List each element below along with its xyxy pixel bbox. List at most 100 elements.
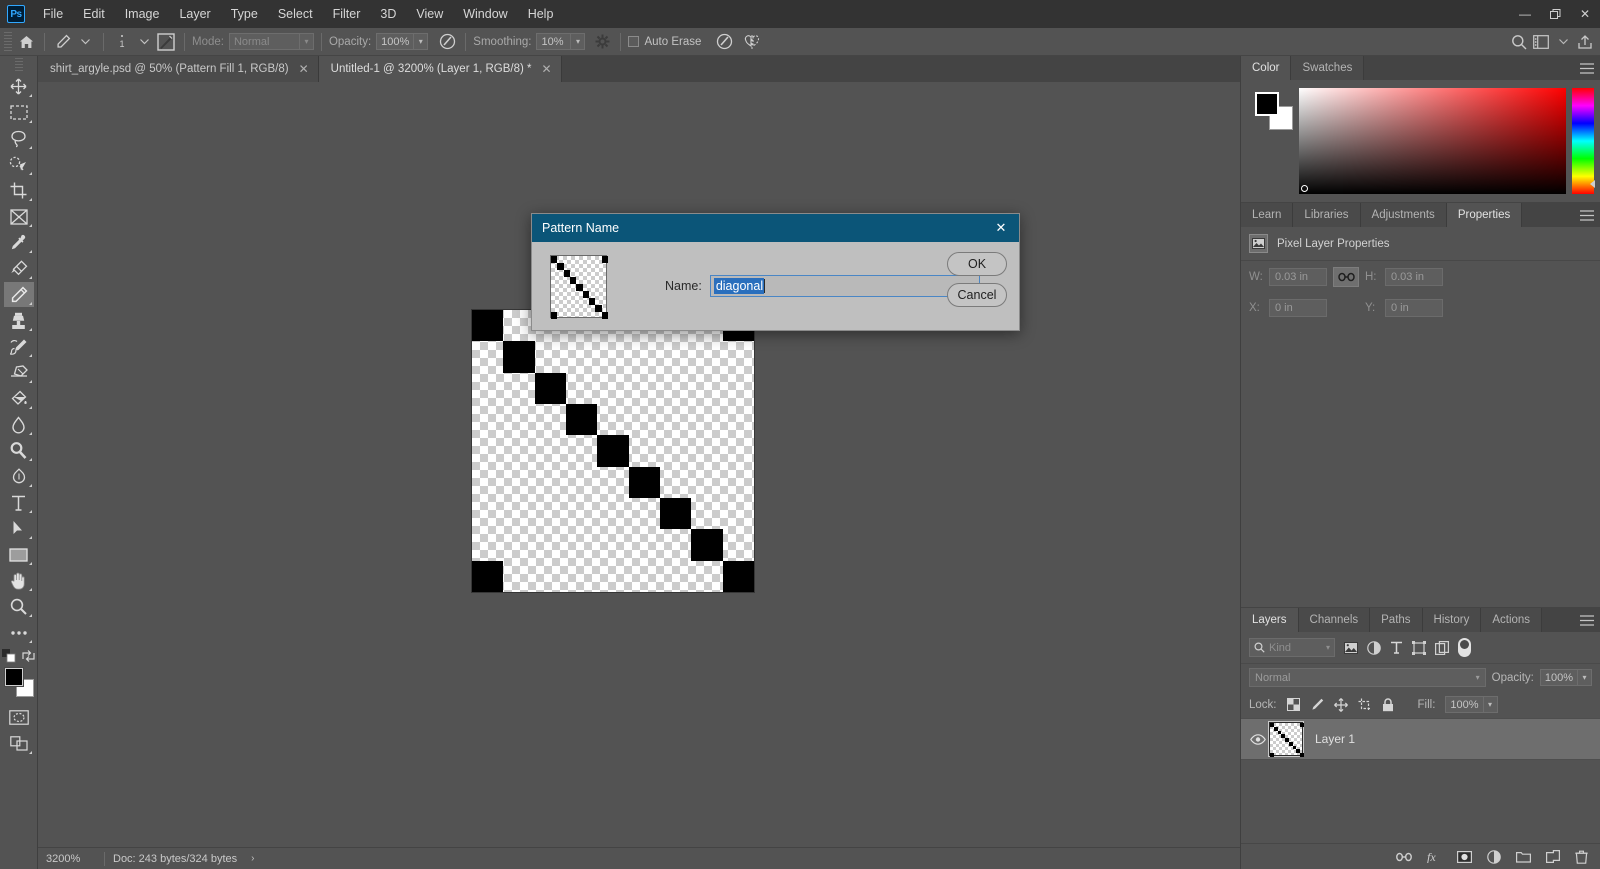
tab-swatches[interactable]: Swatches — [1291, 56, 1365, 80]
adjustment-filter-icon[interactable] — [1367, 640, 1381, 655]
panel-menu-icon[interactable] — [1580, 56, 1594, 80]
clone-stamp-tool[interactable] — [4, 308, 34, 333]
tab-channels[interactable]: Channels — [1298, 608, 1371, 632]
tab-properties[interactable]: Properties — [1446, 203, 1523, 227]
tab-learn[interactable]: Learn — [1241, 203, 1294, 227]
spot-healing-brush-tool[interactable] — [4, 256, 34, 281]
chevron-down-icon[interactable] — [1552, 31, 1574, 53]
layer-name[interactable]: Layer 1 — [1315, 732, 1355, 746]
status-expand-icon[interactable]: › — [251, 853, 254, 864]
menu-filter[interactable]: Filter — [323, 2, 371, 26]
link-icon[interactable] — [1333, 267, 1359, 287]
pen-tool[interactable] — [4, 464, 34, 489]
cancel-button[interactable]: Cancel — [947, 283, 1007, 307]
menu-3d[interactable]: 3D — [370, 2, 406, 26]
ok-button[interactable]: OK — [947, 252, 1007, 276]
menu-type[interactable]: Type — [221, 2, 268, 26]
workspace-icon[interactable] — [1530, 31, 1552, 53]
menu-image[interactable]: Image — [115, 2, 170, 26]
dodge-tool[interactable] — [4, 438, 34, 463]
menu-select[interactable]: Select — [268, 2, 323, 26]
lock-transparency-icon[interactable] — [1286, 698, 1300, 711]
lasso-tool[interactable] — [4, 126, 34, 151]
delete-layer-icon[interactable] — [1575, 850, 1588, 864]
close-icon[interactable]: ✕ — [542, 62, 552, 76]
menu-file[interactable]: File — [33, 2, 73, 26]
layer-style-icon[interactable]: fx — [1427, 850, 1442, 863]
smart-object-filter-icon[interactable] — [1435, 640, 1449, 655]
gradient-tool[interactable] — [4, 386, 34, 411]
tab-libraries[interactable]: Libraries — [1293, 203, 1361, 227]
tab-actions[interactable]: Actions — [1481, 608, 1543, 632]
lock-image-icon[interactable] — [1310, 698, 1324, 712]
eraser-tool[interactable] — [4, 360, 34, 385]
tools-panel-grip[interactable] — [14, 58, 23, 72]
layer-mask-icon[interactable] — [1457, 850, 1472, 863]
layer-visibility-eye-icon[interactable] — [1247, 733, 1269, 745]
lock-position-icon[interactable] — [1333, 697, 1348, 712]
rectangular-marquee-tool[interactable] — [4, 100, 34, 125]
smoothing-select[interactable]: 10% ▾ — [536, 33, 586, 50]
rectangle-tool[interactable] — [4, 542, 34, 567]
gear-icon[interactable] — [591, 31, 613, 53]
default-colors-icon[interactable] — [2, 649, 16, 663]
layer-filter-kind-select[interactable]: Kind ▾ — [1249, 638, 1335, 657]
hand-tool[interactable] — [4, 568, 34, 593]
crop-tool[interactable] — [4, 178, 34, 203]
tab-paths[interactable]: Paths — [1370, 608, 1423, 632]
document-tab-shirt-argyle[interactable]: shirt_argyle.psd @ 50% (Pattern Fill 1, … — [38, 56, 319, 82]
brush-preset-chevron-icon[interactable] — [133, 31, 155, 53]
document-tab-untitled-1[interactable]: Untitled-1 @ 3200% (Layer 1, RGB/8) * ✕ — [318, 56, 562, 82]
layer-opacity-select[interactable]: 100% ▾ — [1539, 669, 1592, 686]
color-field[interactable] — [1299, 88, 1566, 194]
y-field[interactable]: 0 in — [1385, 299, 1443, 317]
swap-colors-icon[interactable] — [22, 650, 35, 662]
screen-mode-icon[interactable] — [4, 731, 34, 756]
pencil-tool[interactable] — [3, 282, 34, 307]
frame-tool[interactable] — [4, 204, 34, 229]
tool-preset-pencil-icon[interactable] — [52, 31, 74, 53]
width-field[interactable]: 0.03 in — [1269, 268, 1327, 286]
shape-filter-icon[interactable] — [1412, 640, 1426, 655]
path-selection-tool[interactable] — [4, 516, 34, 541]
lock-artboard-icon[interactable] — [1358, 698, 1372, 712]
new-group-icon[interactable] — [1516, 851, 1531, 863]
brush-settings-panel-icon[interactable] — [155, 31, 177, 53]
menu-edit[interactable]: Edit — [73, 2, 115, 26]
adjustment-layer-icon[interactable] — [1487, 849, 1501, 864]
symmetry-butterfly-icon[interactable] — [741, 31, 763, 53]
close-button[interactable]: ✕ — [1570, 0, 1600, 28]
filter-toggle-icon[interactable] — [1458, 638, 1471, 657]
type-filter-icon[interactable] — [1390, 641, 1403, 654]
tab-layers[interactable]: Layers — [1241, 608, 1299, 632]
new-layer-icon[interactable] — [1546, 850, 1560, 863]
blur-tool[interactable] — [4, 412, 34, 437]
share-icon[interactable] — [1574, 31, 1596, 53]
search-icon[interactable] — [1508, 31, 1530, 53]
menu-window[interactable]: Window — [453, 2, 517, 26]
pixel-filter-icon[interactable] — [1344, 641, 1358, 654]
menu-layer[interactable]: Layer — [169, 2, 220, 26]
name-input[interactable]: diagonal — [709, 275, 980, 297]
close-icon[interactable]: ✕ — [299, 62, 309, 76]
eyedropper-tool[interactable] — [4, 230, 34, 255]
foreground-color-swatch[interactable] — [3, 667, 24, 687]
lock-all-icon[interactable] — [1382, 697, 1394, 712]
canvas-viewport[interactable] — [38, 82, 1240, 847]
tab-history[interactable]: History — [1422, 608, 1482, 632]
menu-help[interactable]: Help — [518, 2, 564, 26]
blend-mode-select[interactable]: Normal ▾ — [1249, 668, 1486, 687]
color-panel-foreground-swatch[interactable] — [1255, 92, 1279, 116]
table-row[interactable]: Layer 1 — [1241, 718, 1600, 760]
tab-adjustments[interactable]: Adjustments — [1360, 203, 1447, 227]
status-zoom-level[interactable]: 3200% — [40, 853, 96, 865]
zoom-tool[interactable] — [4, 594, 34, 619]
restore-button[interactable] — [1540, 0, 1570, 28]
pressure-opacity-icon[interactable] — [436, 31, 458, 53]
opacity-select[interactable]: 100% ▾ — [376, 33, 429, 50]
mode-select[interactable]: Normal ▾ — [228, 33, 314, 50]
auto-erase-checkbox[interactable]: Auto Erase — [628, 36, 701, 48]
tab-color[interactable]: Color — [1241, 56, 1292, 80]
x-field[interactable]: 0 in — [1269, 299, 1327, 317]
move-tool[interactable] — [4, 74, 34, 99]
